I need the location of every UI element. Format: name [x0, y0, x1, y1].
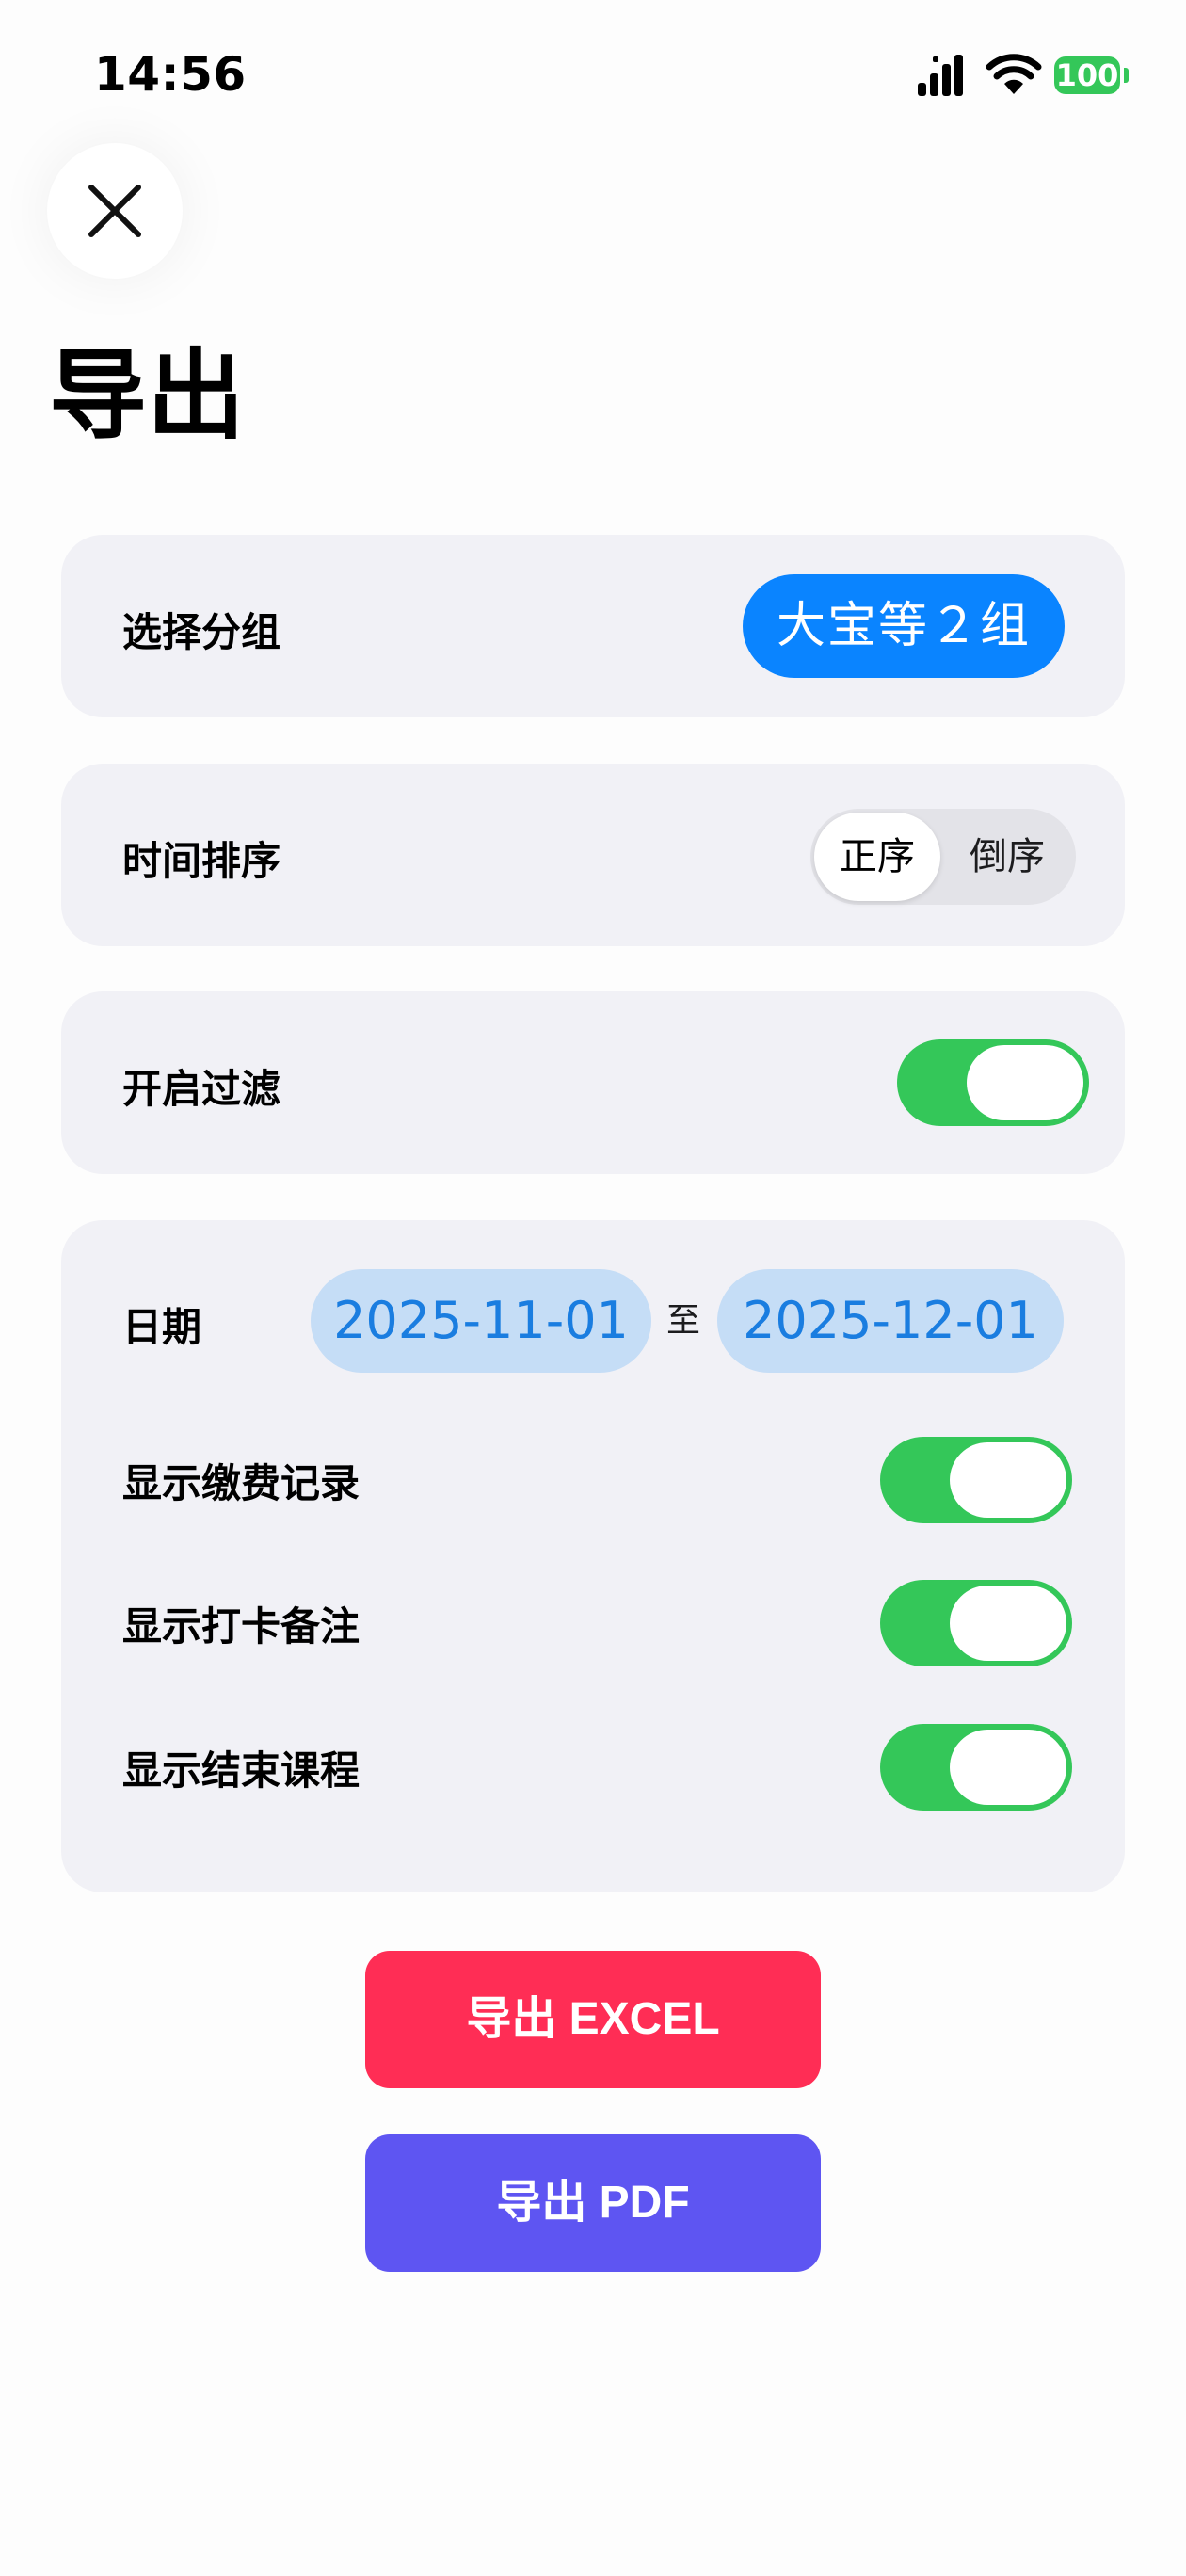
toggle-checkin-notes[interactable] [880, 1580, 1072, 1666]
sort-card: 时间排序 正序 倒序 [61, 764, 1125, 946]
toggle-knob [950, 1442, 1066, 1518]
filter-label: 开启过滤 [122, 1066, 281, 1112]
toggle-knob [950, 1730, 1066, 1805]
page-title: 导出 [49, 338, 246, 453]
sort-segmented-control: 正序 倒序 [810, 809, 1076, 905]
close-icon [88, 185, 141, 237]
close-button[interactable] [47, 143, 183, 279]
battery-tip [1124, 68, 1129, 83]
sort-option-descending[interactable]: 倒序 [944, 813, 1070, 901]
toggle-label-ended-courses: 显示结束课程 [122, 1747, 361, 1794]
status-time: 14:56 [94, 47, 247, 102]
toggle-ended-courses[interactable] [880, 1724, 1072, 1811]
toggle-knob [967, 1045, 1083, 1120]
date-to-button[interactable]: 2025-12-01 [717, 1269, 1064, 1373]
date-separator: 至 [666, 1301, 701, 1340]
status-bar: 14:56 100 [0, 0, 1186, 141]
wifi-icon [986, 54, 1042, 94]
sort-option-ascending[interactable]: 正序 [814, 813, 940, 901]
group-select-button[interactable]: 大宝等２组 [743, 574, 1065, 678]
filter-options-card: 日期 2025-11-01 至 2025-12-01 显示缴费记录 显示打卡备注… [61, 1220, 1125, 1892]
battery-indicator: 100 [1054, 56, 1120, 94]
date-label: 日期 [122, 1304, 202, 1350]
group-card: 选择分组 大宝等２组 [61, 535, 1125, 717]
toggle-payment-records[interactable] [880, 1437, 1072, 1523]
date-from-button[interactable]: 2025-11-01 [311, 1269, 651, 1373]
filter-card: 开启过滤 [61, 991, 1125, 1174]
toggle-label-checkin-notes: 显示打卡备注 [122, 1603, 361, 1650]
group-label: 选择分组 [122, 609, 281, 655]
export-excel-button[interactable]: 导出 EXCEL [365, 1951, 821, 2088]
sort-label: 时间排序 [122, 838, 281, 884]
filter-toggle[interactable] [897, 1039, 1089, 1126]
toggle-knob [950, 1586, 1066, 1661]
toggle-label-payment-records: 显示缴费记录 [122, 1460, 361, 1506]
export-pdf-button[interactable]: 导出 PDF [365, 2134, 821, 2272]
signal-bars-icon [918, 55, 963, 96]
